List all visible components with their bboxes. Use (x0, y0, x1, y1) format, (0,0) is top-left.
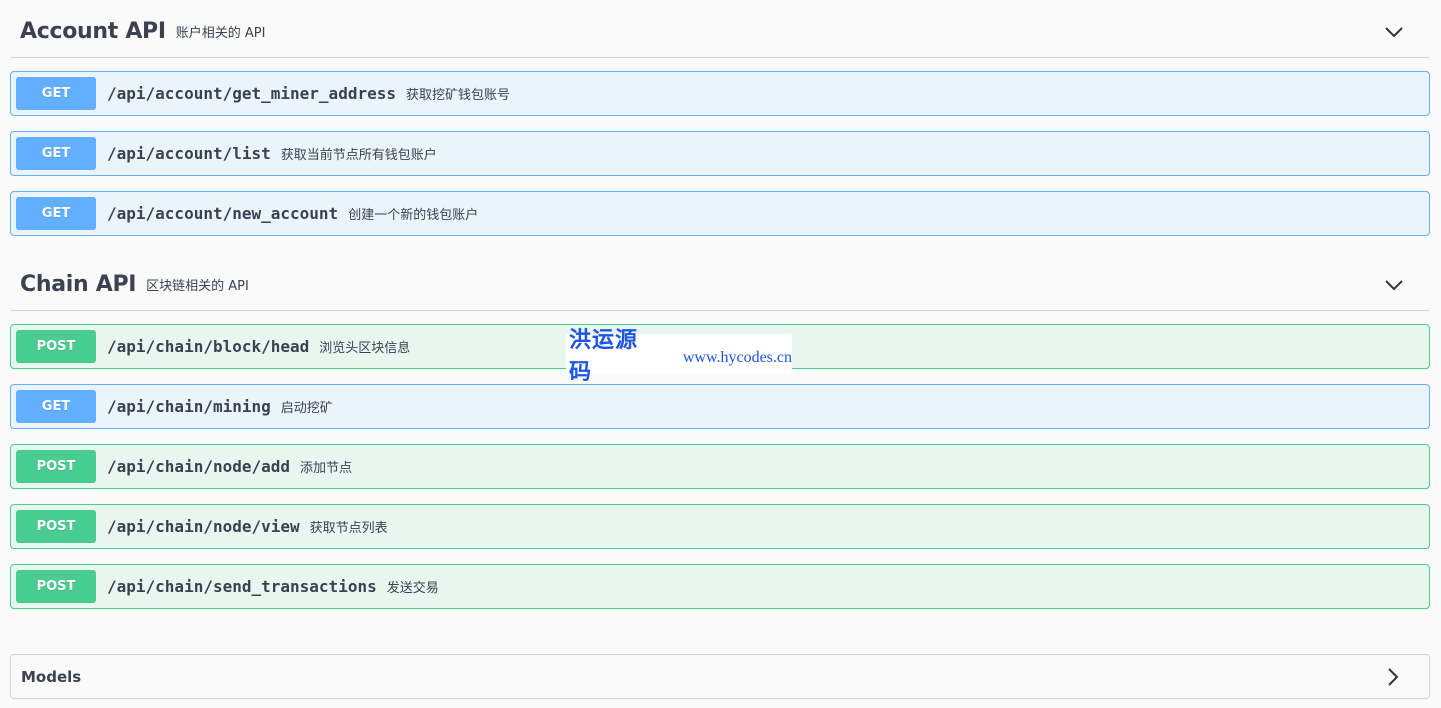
operation-summary: 启动挖矿 (280, 401, 333, 416)
operation-new-account[interactable]: GET /api/account/new_account 创建一个新的钱包账户 (10, 191, 1430, 236)
method-badge: GET (16, 137, 96, 170)
method-badge: POST (16, 450, 96, 483)
chevron-down-icon[interactable] (1382, 273, 1406, 297)
method-badge: GET (16, 197, 96, 230)
operation-path: /api/account/list (107, 144, 271, 163)
operation-summary: 浏览头区块信息 (319, 341, 411, 356)
operation-path: /api/chain/block/head (107, 337, 310, 356)
operation-summary: 创建一个新的钱包账户 (348, 208, 479, 223)
operation-path: /api/chain/node/view (107, 517, 300, 536)
watermark-text: 洪运源码 (569, 327, 639, 385)
operation-get-miner-address[interactable]: GET /api/account/get_miner_address 获取挖矿钱… (10, 71, 1430, 116)
account-api-title: Account API (20, 19, 166, 44)
operation-summary: 获取挖矿钱包账号 (405, 88, 510, 103)
models-section[interactable]: Models (10, 654, 1430, 699)
operation-summary: 获取当前节点所有钱包账户 (280, 148, 437, 163)
operation-mining[interactable]: GET /api/chain/mining 启动挖矿 (10, 384, 1430, 429)
method-badge: POST (16, 510, 96, 543)
operation-send-transactions[interactable]: POST /api/chain/send_transactions 发送交易 (10, 564, 1430, 609)
operation-node-add[interactable]: POST /api/chain/node/add 添加节点 (10, 444, 1430, 489)
watermark-url: www.hycodes.cn (682, 349, 792, 366)
method-badge: POST (16, 570, 96, 603)
method-badge: GET (16, 77, 96, 110)
operation-summary: 发送交易 (386, 581, 439, 596)
operation-summary: 添加节点 (300, 461, 353, 476)
chevron-right-icon[interactable] (1381, 665, 1405, 689)
chain-api-description: 区块链相关的 API (146, 279, 249, 294)
models-title: Models (21, 667, 82, 686)
operation-path: /api/account/new_account (107, 204, 339, 223)
operation-summary: 获取节点列表 (309, 521, 388, 536)
chevron-down-icon[interactable] (1382, 20, 1406, 44)
operation-account-list[interactable]: GET /api/account/list 获取当前节点所有钱包账户 (10, 131, 1430, 176)
method-badge: POST (16, 330, 96, 363)
operation-path: /api/chain/mining (107, 397, 271, 416)
operation-path: /api/chain/send_transactions (107, 577, 377, 596)
chain-api-header[interactable]: Chain API 区块链相关的 API (10, 259, 1430, 311)
operation-path: /api/chain/node/add (107, 457, 291, 476)
method-badge: GET (16, 390, 96, 423)
chain-api-title: Chain API (20, 272, 137, 297)
operation-node-view[interactable]: POST /api/chain/node/view 获取节点列表 (10, 504, 1430, 549)
account-api-description: 账户相关的 API (175, 26, 266, 41)
account-api-header[interactable]: Account API 账户相关的 API (10, 6, 1430, 58)
operation-path: /api/account/get_miner_address (107, 84, 396, 103)
watermark: 洪运源码 www.hycodes.cn (566, 327, 792, 385)
